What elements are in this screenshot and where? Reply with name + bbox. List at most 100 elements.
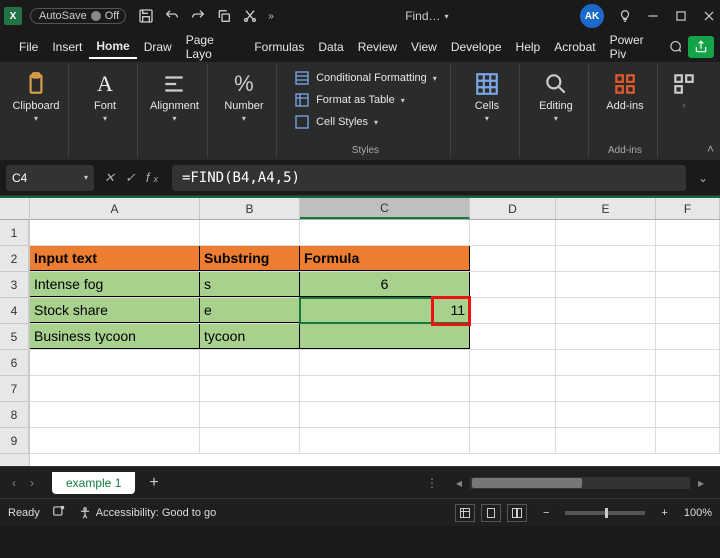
editing-button[interactable]: Editing ▾ bbox=[530, 68, 582, 125]
alignment-button[interactable]: Alignment ▾ bbox=[148, 68, 201, 125]
accessibility-status[interactable]: Accessibility: Good to go bbox=[78, 506, 216, 520]
cell[interactable]: Input text bbox=[30, 246, 200, 271]
col-header[interactable]: A bbox=[30, 198, 200, 219]
col-header[interactable]: B bbox=[200, 198, 300, 219]
zoom-slider[interactable] bbox=[565, 511, 645, 515]
cell[interactable] bbox=[556, 350, 656, 375]
menu-data[interactable]: Data bbox=[311, 36, 350, 58]
accept-formula-icon[interactable]: ✓ bbox=[121, 170, 140, 186]
menu-file[interactable]: File bbox=[12, 36, 45, 58]
horizontal-scrollbar[interactable] bbox=[470, 477, 690, 489]
row-header[interactable]: 9 bbox=[0, 428, 29, 454]
zoom-in-button[interactable]: + bbox=[657, 507, 671, 519]
cell[interactable]: Business tycoon bbox=[30, 324, 200, 349]
row-header[interactable]: 3 bbox=[0, 272, 29, 298]
ribbon-overflow-button[interactable]: › bbox=[668, 68, 700, 112]
cell[interactable] bbox=[656, 402, 720, 427]
redo-icon[interactable] bbox=[190, 8, 206, 24]
cell[interactable]: Intense fog bbox=[30, 272, 200, 297]
cell[interactable] bbox=[556, 324, 656, 349]
number-button[interactable]: % Number ▾ bbox=[218, 68, 270, 125]
cell[interactable] bbox=[200, 220, 300, 245]
cell-selected[interactable]: 11 bbox=[300, 298, 470, 323]
view-page-layout-icon[interactable] bbox=[481, 504, 501, 522]
cell[interactable] bbox=[300, 350, 470, 375]
row-header[interactable]: 6 bbox=[0, 350, 29, 376]
save-icon[interactable] bbox=[138, 8, 154, 24]
share-button[interactable] bbox=[688, 36, 714, 58]
cut-icon[interactable] bbox=[242, 8, 258, 24]
cell[interactable] bbox=[556, 376, 656, 401]
row-header[interactable]: 5 bbox=[0, 324, 29, 350]
copy-icon[interactable] bbox=[216, 8, 232, 24]
sheet-tab-active[interactable]: example 1 bbox=[52, 472, 135, 494]
formula-input[interactable]: =FIND(B4,A4,5) bbox=[172, 165, 686, 191]
view-page-break-icon[interactable] bbox=[507, 504, 527, 522]
clipboard-button[interactable]: Clipboard ▾ bbox=[10, 68, 62, 125]
maximize-button[interactable] bbox=[674, 9, 688, 23]
menu-help[interactable]: Help bbox=[509, 36, 548, 58]
row-header[interactable]: 4 bbox=[0, 298, 29, 324]
scroll-right-icon[interactable]: ▸ bbox=[694, 476, 708, 490]
cell[interactable] bbox=[556, 402, 656, 427]
cell[interactable] bbox=[656, 246, 720, 271]
select-all-corner[interactable] bbox=[0, 198, 29, 220]
col-header[interactable]: D bbox=[470, 198, 556, 219]
cell[interactable] bbox=[30, 220, 200, 245]
menu-acrobat[interactable]: Acrobat bbox=[547, 36, 602, 58]
cell[interactable] bbox=[300, 220, 470, 245]
cell[interactable]: Stock share bbox=[30, 298, 200, 323]
row-header[interactable]: 7 bbox=[0, 376, 29, 402]
autosave-toggle[interactable]: AutoSave Off bbox=[30, 8, 126, 24]
fx-icon[interactable]: fx bbox=[142, 170, 166, 185]
menu-review[interactable]: Review bbox=[351, 36, 404, 58]
cell[interactable] bbox=[556, 246, 656, 271]
row-header[interactable]: 8 bbox=[0, 402, 29, 428]
cell[interactable]: Formula bbox=[300, 246, 470, 271]
lightbulb-icon[interactable] bbox=[618, 9, 632, 23]
cell[interactable] bbox=[200, 402, 300, 427]
qat-more-icon[interactable]: » bbox=[268, 11, 274, 22]
sheet-prev-icon[interactable]: ‹ bbox=[6, 476, 22, 490]
menu-formulas[interactable]: Formulas bbox=[247, 36, 311, 58]
cell[interactable] bbox=[470, 350, 556, 375]
comments-icon[interactable] bbox=[668, 40, 682, 54]
format-as-table-button[interactable]: Format as Table ▾ bbox=[292, 90, 407, 110]
cell[interactable] bbox=[656, 272, 720, 297]
menu-view[interactable]: View bbox=[404, 36, 444, 58]
cell[interactable] bbox=[470, 298, 556, 323]
cell[interactable] bbox=[200, 376, 300, 401]
cell[interactable] bbox=[556, 272, 656, 297]
row-header[interactable]: 1 bbox=[0, 220, 29, 246]
avatar[interactable]: AK bbox=[580, 4, 604, 28]
cell[interactable] bbox=[300, 376, 470, 401]
close-button[interactable] bbox=[702, 9, 716, 23]
addins-button[interactable]: Add-ins bbox=[599, 68, 651, 114]
cell-styles-button[interactable]: Cell Styles ▾ bbox=[292, 112, 380, 132]
name-box[interactable]: C4 ▾ bbox=[6, 165, 94, 191]
cell[interactable] bbox=[656, 376, 720, 401]
cells-button[interactable]: Cells ▾ bbox=[461, 68, 513, 125]
cell[interactable] bbox=[470, 272, 556, 297]
menu-insert[interactable]: Insert bbox=[45, 36, 89, 58]
collapse-ribbon-icon[interactable]: ˄ bbox=[707, 142, 714, 156]
cell[interactable] bbox=[300, 428, 470, 453]
minimize-button[interactable] bbox=[646, 9, 660, 23]
font-button[interactable]: A Font ▾ bbox=[79, 68, 131, 125]
cell[interactable] bbox=[470, 324, 556, 349]
scrollbar-thumb[interactable] bbox=[472, 478, 582, 488]
view-normal-icon[interactable] bbox=[455, 504, 475, 522]
sheet-menu-icon[interactable]: ⋮ bbox=[416, 476, 448, 490]
menu-pagelayout[interactable]: Page Layo bbox=[179, 29, 248, 65]
cell[interactable]: Substring bbox=[200, 246, 300, 271]
add-sheet-button[interactable]: + bbox=[137, 474, 170, 492]
cell[interactable] bbox=[656, 428, 720, 453]
zoom-out-button[interactable]: − bbox=[539, 507, 553, 519]
cell[interactable] bbox=[300, 402, 470, 427]
scroll-left-icon[interactable]: ◂ bbox=[452, 476, 466, 490]
menu-developer[interactable]: Develope bbox=[444, 36, 509, 58]
cell[interactable] bbox=[656, 220, 720, 245]
cell[interactable] bbox=[200, 428, 300, 453]
cell[interactable] bbox=[30, 350, 200, 375]
cell[interactable]: e bbox=[200, 298, 300, 323]
